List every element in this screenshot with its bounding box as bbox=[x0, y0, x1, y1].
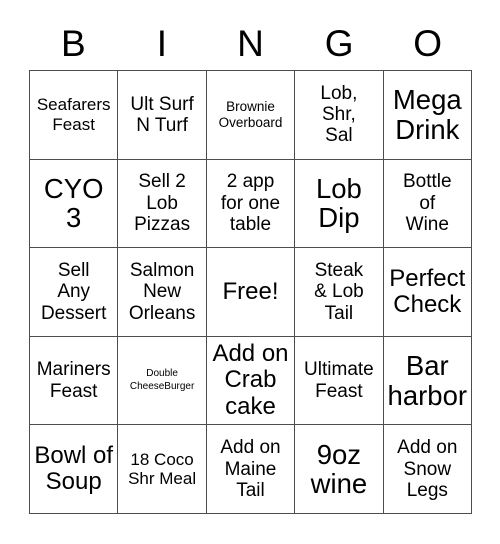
bingo-cell-label: Mega Drink bbox=[392, 84, 462, 145]
bingo-cell-label: Steak & Lob Tail bbox=[314, 260, 364, 324]
bingo-cell[interactable]: Add on Snow Legs bbox=[383, 425, 472, 514]
bingo-cell[interactable]: Bottle of Wine bbox=[383, 159, 472, 249]
bingo-cell-label: Mariners Feast bbox=[36, 359, 111, 402]
bingo-cell[interactable]: Mega Drink bbox=[383, 71, 472, 160]
bingo-cell[interactable]: Add on Crab cake bbox=[206, 336, 296, 426]
bingo-cell[interactable]: Bar harbor bbox=[383, 336, 472, 426]
bingo-header-letter-g: G bbox=[324, 22, 354, 64]
bingo-cell[interactable]: Steak & Lob Tail bbox=[295, 248, 384, 337]
bingo-cell-label: Add on Crab cake bbox=[212, 340, 289, 420]
bingo-cell[interactable]: Brownie Overboard bbox=[206, 71, 296, 160]
bingo-header-row: BINGO bbox=[29, 18, 472, 68]
bingo-cell-label: Add on Snow Legs bbox=[397, 437, 458, 501]
bingo-cell[interactable]: 9oz wine bbox=[295, 425, 384, 514]
bingo-cell[interactable]: Bowl of Soup bbox=[30, 425, 119, 514]
bingo-cell-label: Sell 2 Lob Pizzas bbox=[134, 171, 191, 236]
bingo-cell[interactable]: Sell Any Dessert bbox=[30, 248, 119, 337]
bingo-cell[interactable]: Ult Surf N Turf bbox=[118, 71, 207, 160]
bingo-cell[interactable]: 18 Coco Shr Meal bbox=[118, 425, 207, 514]
bingo-grid: Seafarers Feast Ult Surf N Turf Brownie Ov… bbox=[29, 70, 472, 514]
bingo-cell-label: Ultimate Feast bbox=[304, 359, 374, 402]
bingo-cell[interactable]: Lob, Shr, Sal bbox=[295, 71, 384, 160]
bingo-header-letter-o: O bbox=[413, 22, 443, 64]
bingo-cell[interactable]: Mariners Feast bbox=[30, 336, 119, 426]
bingo-cell-label: 2 app for one table bbox=[220, 171, 281, 236]
bingo-cell-label: Free! bbox=[222, 277, 279, 305]
bingo-header-letter-b: B bbox=[60, 22, 86, 64]
bingo-cell-label: Brownie Overboard bbox=[218, 98, 283, 130]
bingo-header-letter-n: N bbox=[237, 22, 264, 64]
bingo-cell[interactable]: Perfect Check bbox=[383, 248, 472, 337]
bingo-cell[interactable]: Lob Dip bbox=[295, 159, 384, 249]
bingo-cell[interactable]: Sell 2 Lob Pizzas bbox=[118, 159, 207, 249]
bingo-cell-label: Sell Any Dessert bbox=[40, 260, 107, 324]
bingo-header-letter-i: I bbox=[156, 22, 168, 64]
bingo-cell-label: Bottle of Wine bbox=[403, 171, 452, 236]
bingo-cell[interactable]: CYO 3 bbox=[30, 159, 119, 249]
bingo-cell-label: Bar harbor bbox=[387, 349, 468, 411]
bingo-cell-label: Ult Surf N Turf bbox=[130, 93, 194, 136]
bingo-cell[interactable]: Add on Maine Tail bbox=[206, 425, 296, 514]
bingo-cell-label: 18 Coco Shr Meal bbox=[128, 449, 197, 489]
bingo-cell-label: Double CheeseBurger bbox=[129, 368, 195, 392]
bingo-cell-label: Add on Maine Tail bbox=[220, 437, 281, 501]
bingo-cell[interactable]: Seafarers Feast bbox=[30, 71, 119, 160]
bingo-cell[interactable]: Ultimate Feast bbox=[295, 336, 384, 426]
bingo-card: B I N G O Seafarers Feast Ult Surf N Turf Brow… bbox=[0, 0, 500, 544]
bingo-cell-label: Perfect Check bbox=[389, 264, 466, 318]
bingo-cell-label: Bowl of Soup bbox=[34, 441, 114, 496]
bingo-cell[interactable]: Double CheeseBurger bbox=[118, 336, 207, 426]
bingo-cell-free-space[interactable]: Free! bbox=[206, 248, 296, 337]
bingo-cell-label: CYO 3 bbox=[43, 172, 104, 234]
bingo-cell-label: Seafarers Feast bbox=[36, 95, 111, 134]
bingo-cell-label: Salmon New Orleans bbox=[128, 260, 196, 324]
bingo-cell-label: Lob, Shr, Sal bbox=[320, 82, 358, 147]
bingo-cell[interactable]: 2 app for one table bbox=[206, 159, 296, 249]
bingo-cell-label: Lob Dip bbox=[315, 172, 362, 234]
bingo-cell-label: 9oz wine bbox=[310, 438, 368, 500]
bingo-cell[interactable]: Salmon New Orleans bbox=[118, 248, 207, 337]
